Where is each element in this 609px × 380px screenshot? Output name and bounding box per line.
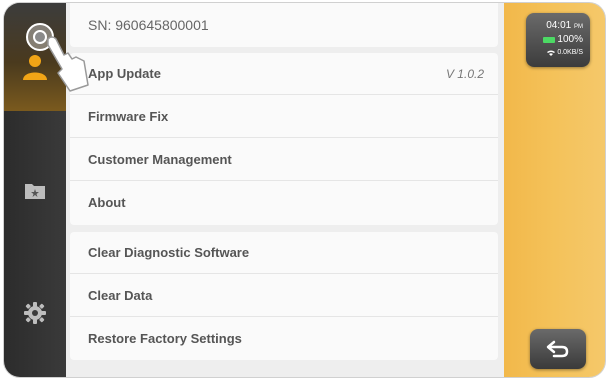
back-arrow-icon <box>546 340 569 358</box>
menu-item-clear-data[interactable]: Clear Data <box>70 275 498 317</box>
settings-group-1: App Update V 1.0.2 Firmware Fix Customer… <box>70 53 498 225</box>
clock-ampm: PM <box>574 24 583 30</box>
menu-item-label: Clear Data <box>88 288 153 303</box>
menu-item-customer-management[interactable]: Customer Management <box>70 139 498 181</box>
back-button[interactable] <box>530 329 586 369</box>
device-screen: SN: 960645800001 App Update V 1.0.2 Firm… <box>4 3 605 377</box>
wifi-icon <box>547 50 556 56</box>
network-speed: 0.0KB/S <box>557 49 583 56</box>
menu-item-clear-diagnostic-software[interactable]: Clear Diagnostic Software <box>70 232 498 274</box>
battery-status: 100% <box>543 34 583 45</box>
menu-item-app-update[interactable]: App Update V 1.0.2 <box>70 53 498 95</box>
menu-item-label: Restore Factory Settings <box>88 331 242 346</box>
settings-group-2: Clear Diagnostic Software Clear Data Res… <box>70 232 498 360</box>
app-version: V 1.0.2 <box>445 67 484 81</box>
clock-time: 04:01 <box>546 20 572 31</box>
menu-item-label: Firmware Fix <box>88 109 169 124</box>
serial-bar: SN: 960645800001 <box>70 3 498 47</box>
menu-item-firmware-fix[interactable]: Firmware Fix <box>70 96 498 138</box>
pointer-hand-icon <box>26 23 89 92</box>
right-panel: 04:01 PM 100% 0.0KB/S <box>504 3 605 377</box>
status-widget: 04:01 PM 100% 0.0KB/S <box>526 13 590 67</box>
network-status: 0.0KB/S <box>547 49 583 56</box>
gear-icon[interactable] <box>19 297 51 329</box>
menu-item-about[interactable]: About <box>70 182 498 224</box>
menu-item-label: Customer Management <box>88 152 232 167</box>
settings-panel: SN: 960645800001 App Update V 1.0.2 Firm… <box>66 3 504 377</box>
clock: 04:01 PM <box>546 20 583 31</box>
battery-level: 100% <box>557 34 583 45</box>
menu-item-restore-factory-settings[interactable]: Restore Factory Settings <box>70 318 498 360</box>
menu-item-label: About <box>88 195 126 210</box>
menu-item-label: App Update <box>88 66 161 81</box>
folder-star-icon[interactable] <box>19 175 51 207</box>
serial-number: SN: 960645800001 <box>88 17 209 33</box>
menu-item-label: Clear Diagnostic Software <box>88 245 250 260</box>
battery-icon <box>543 36 556 43</box>
